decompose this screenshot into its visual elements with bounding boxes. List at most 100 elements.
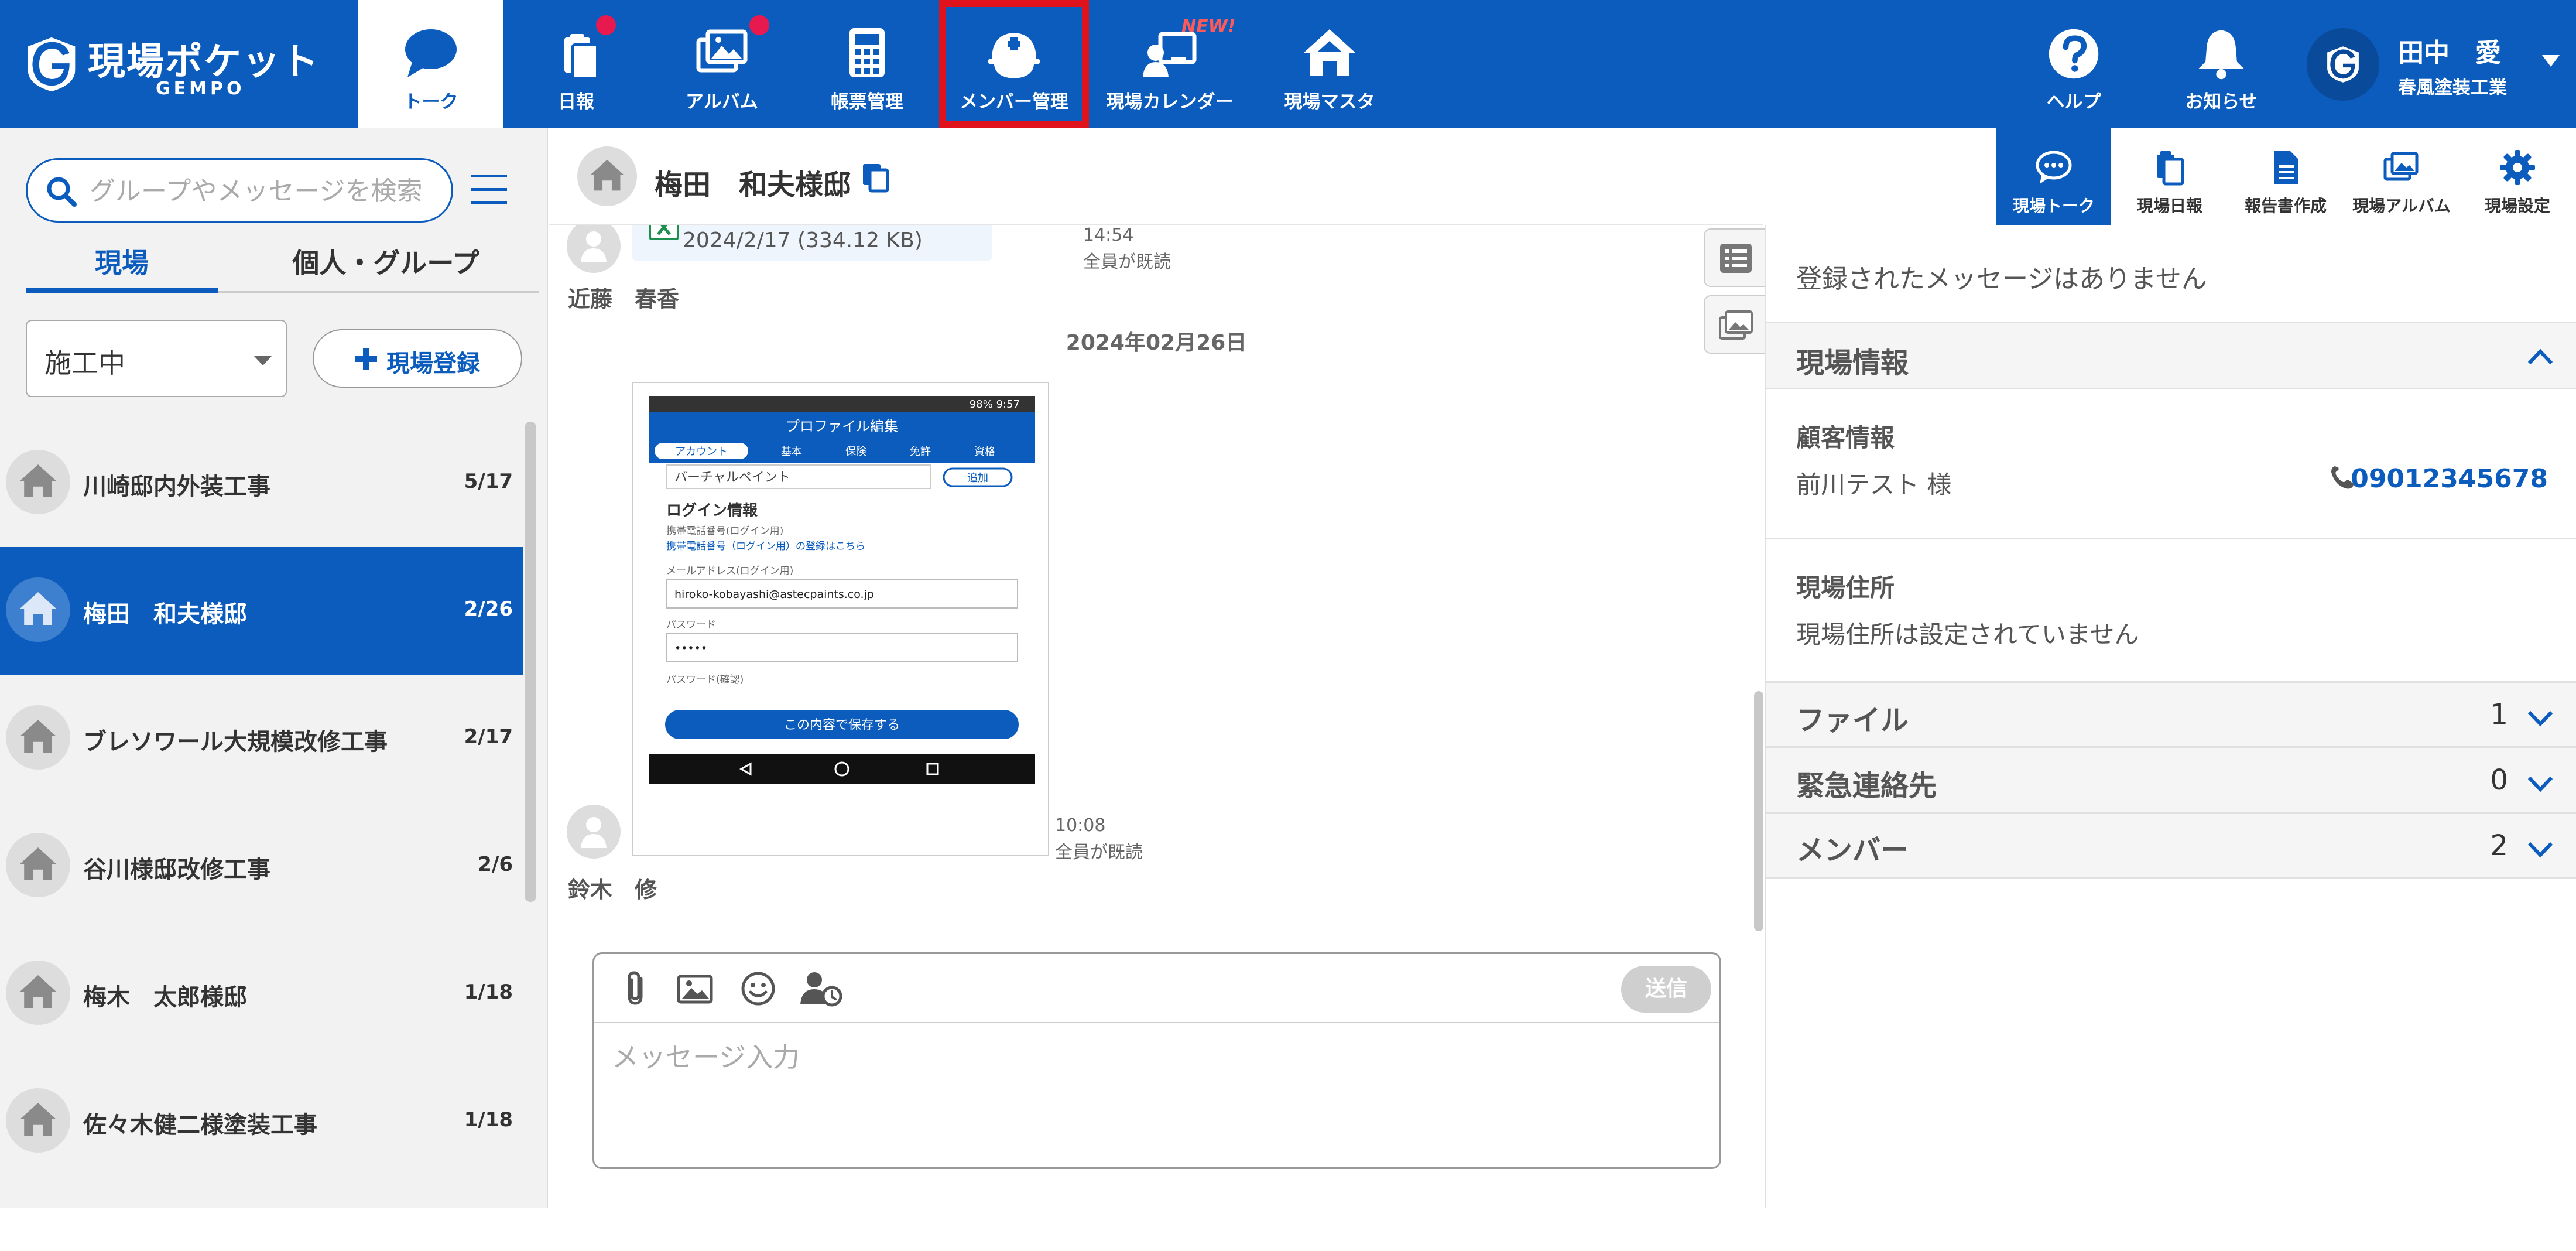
gempo-avatar-icon — [2327, 46, 2359, 83]
tab-report-creation[interactable]: 報告書作成 — [2228, 128, 2343, 225]
site-list-item[interactable]: 佐々木健二様塗装工事 1/18 — [0, 1058, 523, 1185]
site-info-panel: 登録されたメッセージはありません 現場情報 顧客情報 前川テスト 様 09012… — [1765, 225, 2576, 1208]
user-schedule-icon[interactable] — [799, 970, 844, 1007]
app-logo[interactable]: 現場ポケット GEMPO — [23, 29, 318, 100]
site-list-item[interactable]: 谷川様邸改修工事 2/6 — [0, 802, 523, 930]
search-box[interactable] — [26, 158, 453, 223]
chevron-down-icon — [2527, 710, 2553, 727]
help-label: ヘルプ — [2046, 91, 2101, 112]
site-avatar — [6, 1088, 70, 1153]
customer-name: 前川テスト 様 — [1796, 470, 1952, 499]
chat-bubble-icon — [2036, 151, 2072, 184]
nav-daily-report[interactable]: 日報 — [518, 0, 635, 128]
emergency-contacts-section-header[interactable]: 緊急連絡先 0 — [1766, 747, 2576, 813]
tab-personal-groups[interactable]: 個人・グループ — [237, 242, 535, 293]
notifications-button[interactable]: お知らせ — [2160, 0, 2282, 128]
site-avatar — [6, 961, 70, 1025]
files-section-title: ファイル — [1796, 704, 1909, 737]
tab-report-creation-label: 報告書作成 — [2244, 196, 2327, 216]
tab-site-talk[interactable]: 現場トーク — [1996, 128, 2111, 225]
screenshot-password-confirm-label: パスワード(確認) — [666, 674, 744, 686]
screenshot-tab-insurance: 保険 — [845, 446, 866, 458]
screenshot-header: プロファイル編集 — [786, 418, 898, 435]
nav-album[interactable]: アルバム — [656, 0, 788, 128]
site-name: 梅木 太郎様邸 — [83, 984, 247, 1011]
site-name: 梅田 和夫様邸 — [83, 601, 247, 628]
site-count: 2/26 — [464, 597, 513, 621]
files-section-header[interactable]: ファイル 1 — [1766, 682, 2576, 747]
customer-info-block: 顧客情報 前川テスト 様 09012345678 — [1766, 389, 2576, 539]
site-name: 谷川様邸改修工事 — [83, 856, 270, 883]
paperclip-icon[interactable] — [618, 970, 655, 1007]
copy-icon[interactable] — [861, 162, 890, 193]
tab-sites[interactable]: 現場 — [26, 242, 218, 293]
nav-forms-label: 帳票管理 — [831, 91, 903, 112]
gempo-logo-icon — [28, 37, 76, 92]
tab-site-settings[interactable]: 現場設定 — [2460, 128, 2575, 225]
screenshot-phone-link: 携帯電話番号（ログイン用）の登録はこちら — [666, 541, 865, 552]
message-input[interactable] — [612, 1036, 1701, 1159]
chevron-down-icon — [254, 356, 272, 365]
chevron-down-icon — [2527, 776, 2553, 792]
house-icon — [20, 464, 56, 497]
image-icon[interactable] — [676, 970, 714, 1007]
site-avatar — [6, 450, 70, 514]
site-name: ブレソワール大規模改修工事 — [83, 729, 388, 756]
daily-report-icon — [2157, 151, 2184, 186]
app-logo-subtext: GEMPO — [156, 78, 245, 99]
customer-info-label: 顧客情報 — [1796, 423, 1895, 452]
screenshot-phone-label: 携帯電話番号(ログイン用) — [666, 525, 783, 537]
site-count: 1/18 — [464, 980, 513, 1004]
message-image[interactable]: 98% 9:57 プロファイル編集 アカウント 基本 保険 免許 資格 バーチャ… — [632, 382, 1049, 856]
screenshot-email-value: hiroko-kobayashi@astecpaints.co.jp — [674, 588, 874, 601]
house-icon — [590, 159, 625, 191]
site-info-section-header[interactable]: 現場情報 — [1766, 322, 2576, 389]
site-address-block: 現場住所 現場住所は設定されていません — [1766, 539, 2576, 682]
site-sidebar: 現場 個人・グループ 施工中 現場登録 川崎邸内外装工事 5/17 梅田 和夫様… — [0, 128, 548, 1208]
nav-album-badge — [749, 15, 769, 35]
chat-header: 梅田 和夫様邸 — [549, 128, 1763, 225]
nav-site-master-label: 現場マスタ — [1284, 91, 1375, 112]
user-menu[interactable]: 田中 愛 春風塗装工業 — [2307, 23, 2560, 105]
nav-forms[interactable]: 帳票管理 — [807, 0, 927, 128]
nav-site-calendar[interactable]: NEW! 現場カレンダー — [1101, 0, 1239, 128]
house-icon — [20, 1103, 56, 1136]
screenshot-paint-value: バーチャルペイント — [674, 470, 790, 485]
nav-talk[interactable]: トーク — [358, 0, 503, 128]
site-function-tabs: 現場トーク 現場日報 報告書作成 現場アルバム 現場設定 — [1996, 128, 2576, 225]
gallery-view-button[interactable] — [1704, 295, 1767, 354]
screenshot-password-label: パスワード — [666, 619, 716, 631]
list-view-button[interactable] — [1704, 228, 1767, 287]
customer-phone-link[interactable]: 09012345678 — [2351, 464, 2548, 494]
sidebar-scrollbar[interactable] — [525, 422, 536, 902]
members-section-header[interactable]: メンバー 2 — [1766, 813, 2576, 879]
house-icon — [20, 975, 56, 1008]
help-button[interactable]: ヘルプ — [2019, 0, 2129, 128]
tab-site-daily-report[interactable]: 現場日報 — [2112, 128, 2227, 225]
tab-site-album[interactable]: 現場アルバム — [2344, 128, 2459, 225]
nav-daily-report-label: 日報 — [558, 91, 594, 112]
status-select[interactable]: 施工中 — [26, 320, 287, 397]
tab-site-settings-label: 現場設定 — [2484, 196, 2550, 216]
search-icon — [47, 177, 77, 207]
site-list-item[interactable]: 川崎邸内外装工事 5/17 — [0, 419, 523, 547]
site-list-item[interactable]: ブレソワール大規模改修工事 2/17 — [0, 675, 523, 802]
message-read-status: 全員が既読 — [1055, 842, 1143, 863]
search-input[interactable] — [90, 170, 441, 211]
chat-scrollbar[interactable] — [1754, 691, 1763, 931]
menu-icon[interactable] — [468, 172, 509, 207]
file-attachment[interactable]: 2024/2/17 (334.12 KB) — [632, 225, 992, 261]
add-site-button[interactable]: 現場登録 — [313, 329, 522, 388]
message-composer: 送信 — [592, 952, 1721, 1169]
emoji-icon[interactable] — [739, 970, 777, 1007]
send-button[interactable]: 送信 — [1621, 966, 1711, 1013]
nav-member-management[interactable]: メンバー管理 — [939, 0, 1089, 128]
nav-site-master[interactable]: 現場マスタ — [1268, 0, 1391, 128]
tab-site-talk-label: 現場トーク — [2012, 196, 2095, 216]
sidebar-tabs: 現場 個人・グループ — [26, 242, 539, 293]
chat-bubble-icon — [405, 29, 457, 77]
site-list-item[interactable]: 梅田 和夫様邸 2/26 — [0, 547, 523, 675]
site-list-item[interactable]: 梅木 太郎様邸 1/18 — [0, 930, 523, 1058]
calculator-icon — [849, 28, 885, 77]
album-icon — [696, 29, 748, 73]
